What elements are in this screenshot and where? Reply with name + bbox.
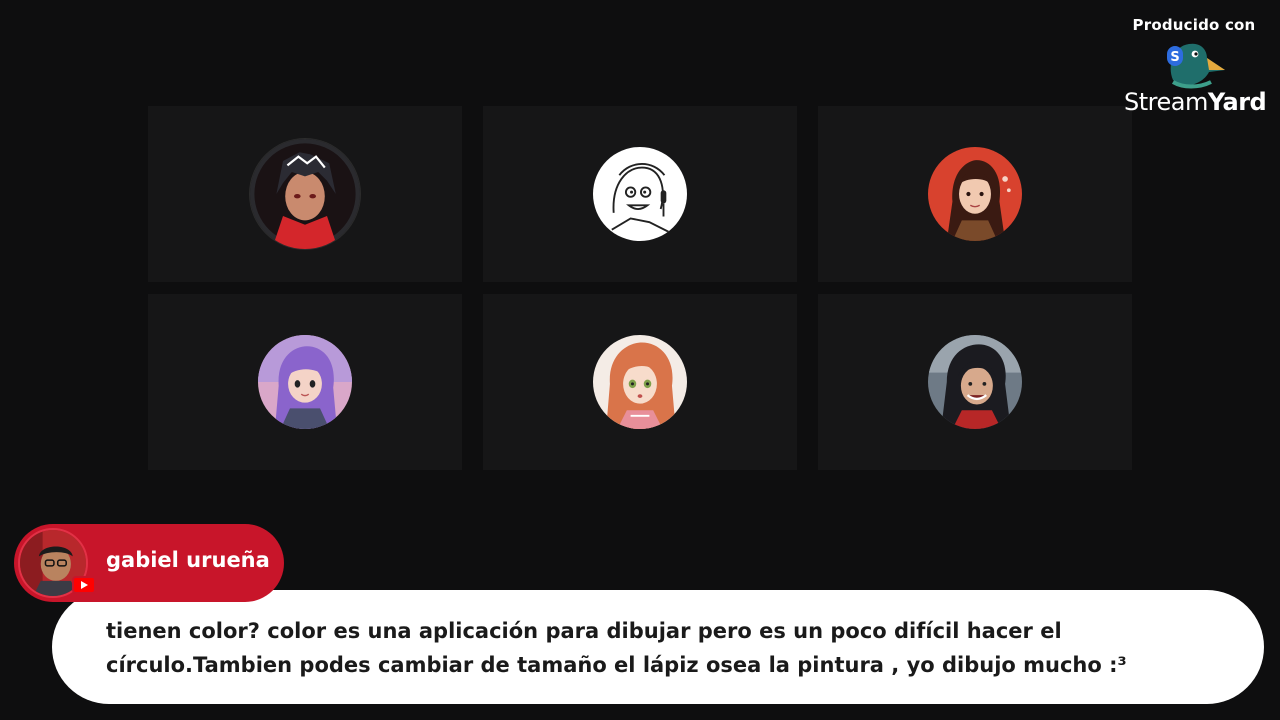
- participant-avatar-2: [593, 147, 687, 241]
- svg-text:S: S: [1170, 50, 1179, 65]
- anime-boy-avatar-icon: [250, 139, 360, 249]
- participant-tile-1[interactable]: [148, 106, 462, 282]
- participant-avatar-5: [593, 335, 687, 429]
- participant-avatar-3: [928, 147, 1022, 241]
- produced-with-label: Producido con: [1132, 16, 1256, 34]
- participant-tile-3[interactable]: [818, 106, 1132, 282]
- stream-stage: Producido con S StreamYard tienen color?…: [0, 0, 1280, 720]
- participant-avatar-6: [928, 335, 1022, 429]
- comment-text: tienen color? color es una aplicación pa…: [106, 619, 1127, 677]
- streamyard-wordmark: StreamYard: [1124, 88, 1267, 116]
- participant-avatar-4: [258, 335, 352, 429]
- comment-author-name: gabiel urueña: [106, 548, 270, 572]
- sketch-character-avatar-icon: [593, 147, 687, 241]
- orange-hair-girl-avatar-icon: [593, 335, 687, 429]
- participant-tile-4[interactable]: [148, 294, 462, 470]
- streamyard-branding: Producido con S StreamYard: [1124, 16, 1267, 116]
- participant-grid: [148, 106, 1132, 470]
- comment-banner: tienen color? color es una aplicación pa…: [52, 590, 1264, 704]
- purple-hair-girl-avatar-icon: [258, 335, 352, 429]
- youtube-icon: [72, 576, 96, 594]
- streamyard-duck-icon: S: [1167, 43, 1225, 89]
- dark-hair-character-avatar-icon: [928, 335, 1022, 429]
- comment-author-pill: gabiel urueña: [14, 524, 284, 602]
- participant-tile-5[interactable]: [483, 294, 797, 470]
- participant-avatar-1: [250, 139, 360, 249]
- red-background-girl-avatar-icon: [928, 147, 1022, 241]
- participant-tile-6[interactable]: [818, 294, 1132, 470]
- participant-tile-2[interactable]: [483, 106, 797, 282]
